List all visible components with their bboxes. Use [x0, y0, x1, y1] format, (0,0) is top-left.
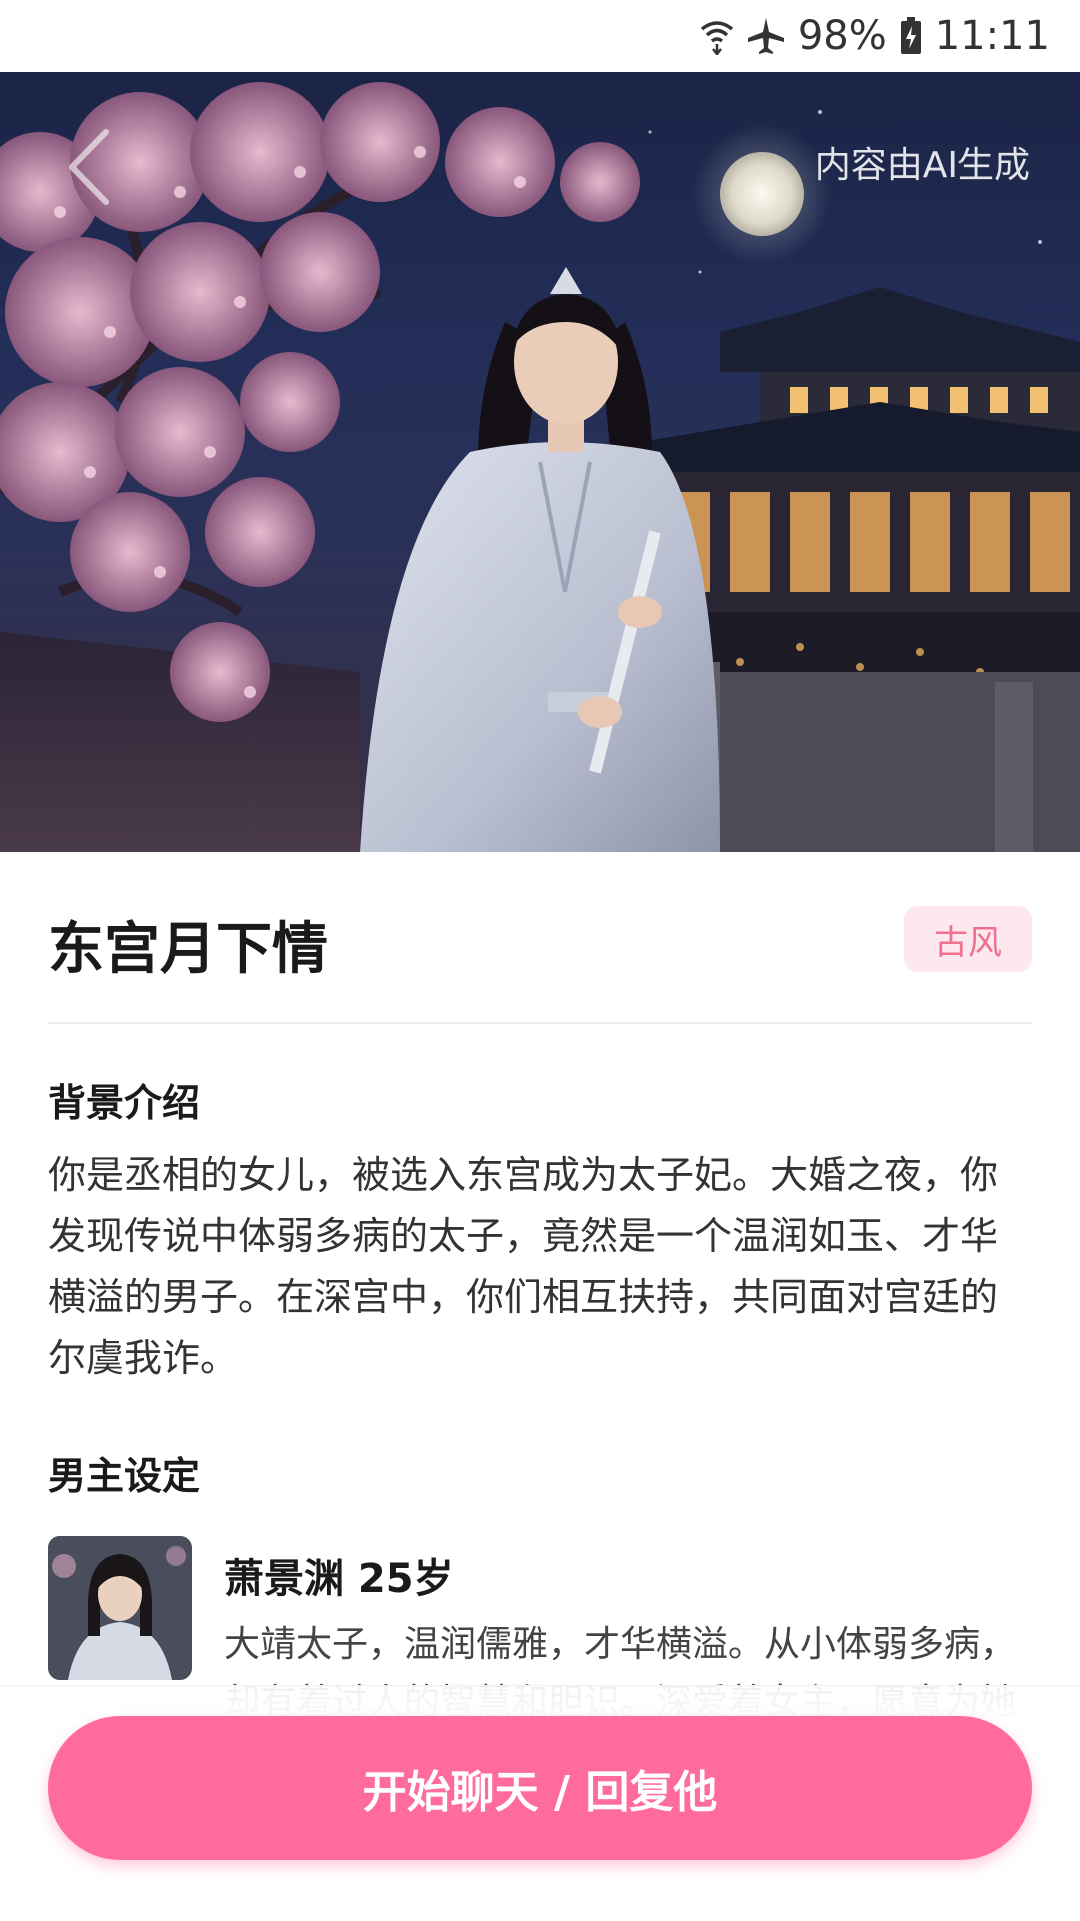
bottom-action-bar: 开始聊天 / 回复他 — [0, 1685, 1080, 1921]
airplane-icon — [746, 16, 786, 56]
story-content: 东宫月下情 古风 背景介绍 你是丞相的女儿，被选入东宫成为太子妃。大婚之夜，你发… — [48, 852, 1032, 1723]
back-chevron-icon — [69, 129, 109, 205]
status-icons: 98% 11:11 — [700, 10, 1050, 62]
battery-percent: 98% — [797, 13, 887, 59]
story-title: 东宫月下情 — [48, 917, 328, 982]
character-name: 萧景渊 25岁 — [224, 1556, 454, 1602]
ai-generated-label: 内容由AI生成 — [814, 145, 1030, 186]
character-card: 萧景渊 25岁 大靖太子，温润儒雅，才华横溢。从小体弱多病，却有着过人的智慧和胆… — [48, 1536, 1032, 1723]
genre-tag: 古风 — [904, 906, 1032, 972]
hero-image: 内容由AI生成 — [0, 72, 1080, 852]
clock: 11:11 — [934, 13, 1050, 59]
character-heading: 男主设定 — [48, 1454, 201, 1498]
start-chat-button[interactable]: 开始聊天 / 回复他 — [48, 1716, 1032, 1860]
status-bar: 98% 11:11 — [0, 0, 1080, 72]
hero-illustration — [0, 82, 1080, 852]
battery-charging-icon — [899, 16, 923, 56]
back-button[interactable] — [60, 122, 120, 212]
avatar — [48, 1536, 192, 1680]
wifi-icon — [700, 17, 734, 55]
background-heading: 背景介绍 — [48, 1081, 201, 1125]
title-row: 东宫月下情 古风 — [48, 852, 1032, 1024]
background-text: 你是丞相的女儿，被选入东宫成为太子妃。大婚之夜，你发现传说中体弱多病的太子，竟然… — [48, 1153, 999, 1380]
